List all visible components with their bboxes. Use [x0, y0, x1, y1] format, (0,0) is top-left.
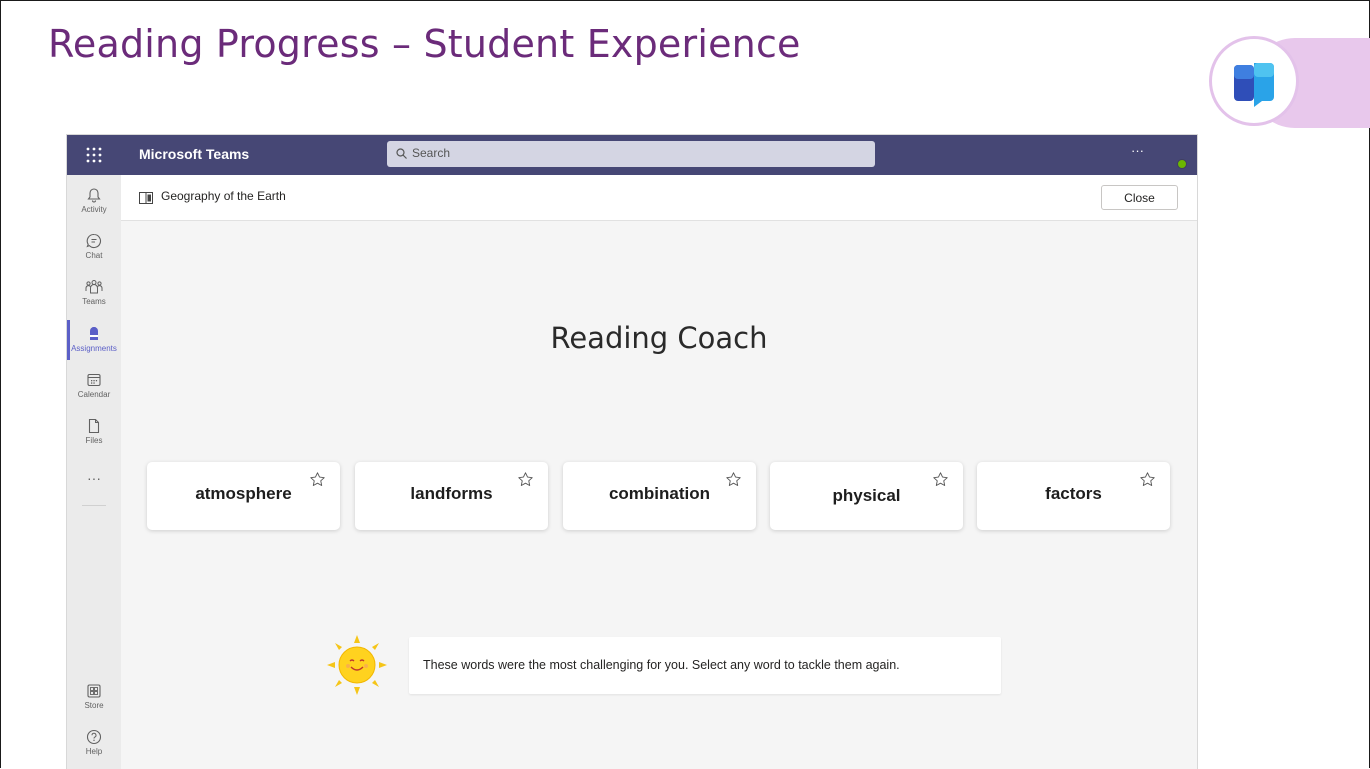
star-icon[interactable]: [309, 471, 326, 488]
more-apps-button[interactable]: ···: [67, 470, 121, 486]
coach-message-text: These words were the most challenging fo…: [423, 658, 900, 672]
reading-progress-logo: [1209, 36, 1299, 126]
search-icon: [396, 148, 407, 159]
teams-title-bar: Microsoft Teams Search ···: [67, 135, 1197, 175]
star-icon[interactable]: [1139, 471, 1156, 488]
teams-icon: [85, 280, 103, 294]
word-card-physical[interactable]: physical: [770, 462, 963, 530]
search-placeholder: Search: [412, 146, 451, 160]
coach-message: These words were the most challenging fo…: [409, 637, 1001, 694]
rail-divider: [82, 505, 106, 506]
teams-window: Microsoft Teams Search ··· Activity Chat…: [67, 135, 1197, 769]
document-title: Geography of the Earth: [161, 189, 286, 203]
rail-label-files: Files: [85, 436, 103, 445]
app-name: Microsoft Teams: [139, 146, 250, 162]
rail-label-help: Help: [85, 747, 103, 756]
bell-icon: [87, 188, 101, 203]
app-launcher-icon[interactable]: [85, 146, 103, 164]
word-card-factors[interactable]: factors: [977, 462, 1170, 530]
star-icon[interactable]: [932, 471, 949, 488]
rail-item-assignments[interactable]: Assignments: [67, 326, 121, 353]
file-icon: [88, 418, 100, 434]
sun-mascot-icon: [327, 635, 387, 695]
left-app-rail: Activity Chat Teams Assignments Calendar…: [67, 175, 121, 769]
close-button[interactable]: Close: [1101, 185, 1178, 210]
reading-coach-title: Reading Coach: [550, 321, 768, 355]
book-icon: [1234, 63, 1274, 107]
immersive-reader-icon: [139, 192, 153, 204]
word-text: physical: [832, 486, 901, 505]
rail-item-files[interactable]: Files: [67, 418, 121, 445]
rail-label-activity: Activity: [81, 205, 107, 214]
rail-label-chat: Chat: [85, 251, 103, 260]
assignment-header-bar: Geography of the Earth Close: [121, 175, 1197, 221]
chat-icon: [86, 233, 102, 249]
rail-item-calendar[interactable]: Calendar: [67, 372, 121, 399]
rail-item-store[interactable]: Store: [67, 683, 121, 710]
rail-label-teams: Teams: [82, 297, 106, 306]
rail-item-teams[interactable]: Teams: [67, 279, 121, 306]
word-card-atmosphere[interactable]: atmosphere: [147, 462, 340, 530]
more-options-button[interactable]: ···: [1131, 143, 1144, 158]
word-card-combination[interactable]: combination: [563, 462, 756, 530]
star-icon[interactable]: [725, 471, 742, 488]
rail-label-calendar: Calendar: [77, 390, 111, 399]
star-icon[interactable]: [517, 471, 534, 488]
rail-item-activity[interactable]: Activity: [67, 187, 121, 214]
rail-item-chat[interactable]: Chat: [67, 233, 121, 260]
rail-item-help[interactable]: Help: [67, 729, 121, 756]
presence-status-dot: [1177, 159, 1187, 169]
backpack-icon: [90, 327, 98, 340]
slide-title: Reading Progress – Student Experience: [48, 22, 801, 66]
word-card-landforms[interactable]: landforms: [355, 462, 548, 530]
search-input[interactable]: Search: [387, 141, 875, 167]
store-icon: [87, 684, 101, 698]
help-icon: [86, 729, 102, 745]
rail-label-store: Store: [84, 701, 104, 710]
rail-label-assignments: Assignments: [71, 344, 117, 353]
calendar-icon: [87, 373, 101, 387]
